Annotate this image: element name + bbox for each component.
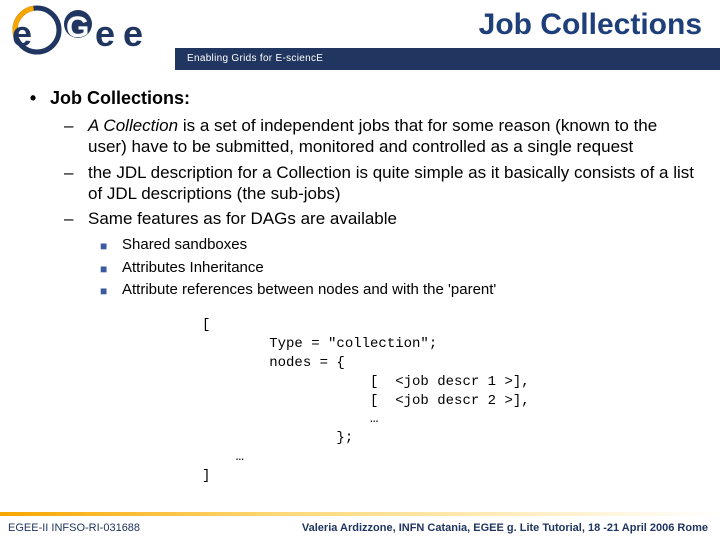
list-item: ■ Attributes Inheritance xyxy=(100,258,698,278)
list-item-text: Same features as for DAGs are available xyxy=(88,208,397,229)
square-bullet-icon: ■ xyxy=(100,238,112,255)
heading-level1: • Job Collections: xyxy=(28,88,698,109)
tagline-band: Enabling Grids for E-sciencE xyxy=(175,48,720,70)
heading-text: Job Collections: xyxy=(50,88,190,109)
body-content: • Job Collections: – A Collection is a s… xyxy=(22,88,698,506)
logo-letter-e3: e xyxy=(123,13,143,54)
list-item-text: Attribute references between nodes and w… xyxy=(122,280,496,300)
list-item-text: Attributes Inheritance xyxy=(122,258,264,278)
footer-left-text: EGEE-II INFSO-RI-031688 xyxy=(8,522,140,534)
jdl-code-snippet: [ Type = "collection"; nodes = { [ <job … xyxy=(202,316,698,486)
bullet-icon: • xyxy=(28,88,38,109)
list-item: – A Collection is a set of independent j… xyxy=(64,115,698,158)
footer-accent-bar xyxy=(0,512,720,516)
list-item: – Same features as for DAGs are availabl… xyxy=(64,208,698,229)
square-bullet-icon: ■ xyxy=(100,283,112,300)
emphasis: A Collection xyxy=(88,116,178,135)
list-item-text: Shared sandboxes xyxy=(122,235,247,255)
dash-icon: – xyxy=(64,115,78,158)
dash-icon: – xyxy=(64,162,78,205)
dash-icon: – xyxy=(64,208,78,229)
slide: e G e e Job Collections Enabling Grids f… xyxy=(0,0,720,540)
level3-list: ■ Shared sandboxes ■ Attributes Inherita… xyxy=(100,235,698,300)
list-item-text: A Collection is a set of independent job… xyxy=(88,115,698,158)
list-item: ■ Attribute references between nodes and… xyxy=(100,280,698,300)
logo-letter-e1: e xyxy=(12,13,32,54)
logo-letter-e2: e xyxy=(95,13,115,54)
slide-title: Job Collections xyxy=(479,8,702,42)
list-item: ■ Shared sandboxes xyxy=(100,235,698,255)
square-bullet-icon: ■ xyxy=(100,261,112,278)
list-item-text: the JDL description for a Collection is … xyxy=(88,162,698,205)
footer-right-text: Valeria Ardizzone, INFN Catania, EGEE g.… xyxy=(302,522,708,534)
list-item: – the JDL description for a Collection i… xyxy=(64,162,698,205)
footer: EGEE-II INFSO-RI-031688 Valeria Ardizzon… xyxy=(0,512,720,540)
egee-logo: e G e e xyxy=(10,4,170,63)
logo-letter-g: G xyxy=(66,11,89,44)
level2-list: – A Collection is a set of independent j… xyxy=(64,115,698,229)
header: e G e e Job Collections Enabling Grids f… xyxy=(0,0,720,73)
